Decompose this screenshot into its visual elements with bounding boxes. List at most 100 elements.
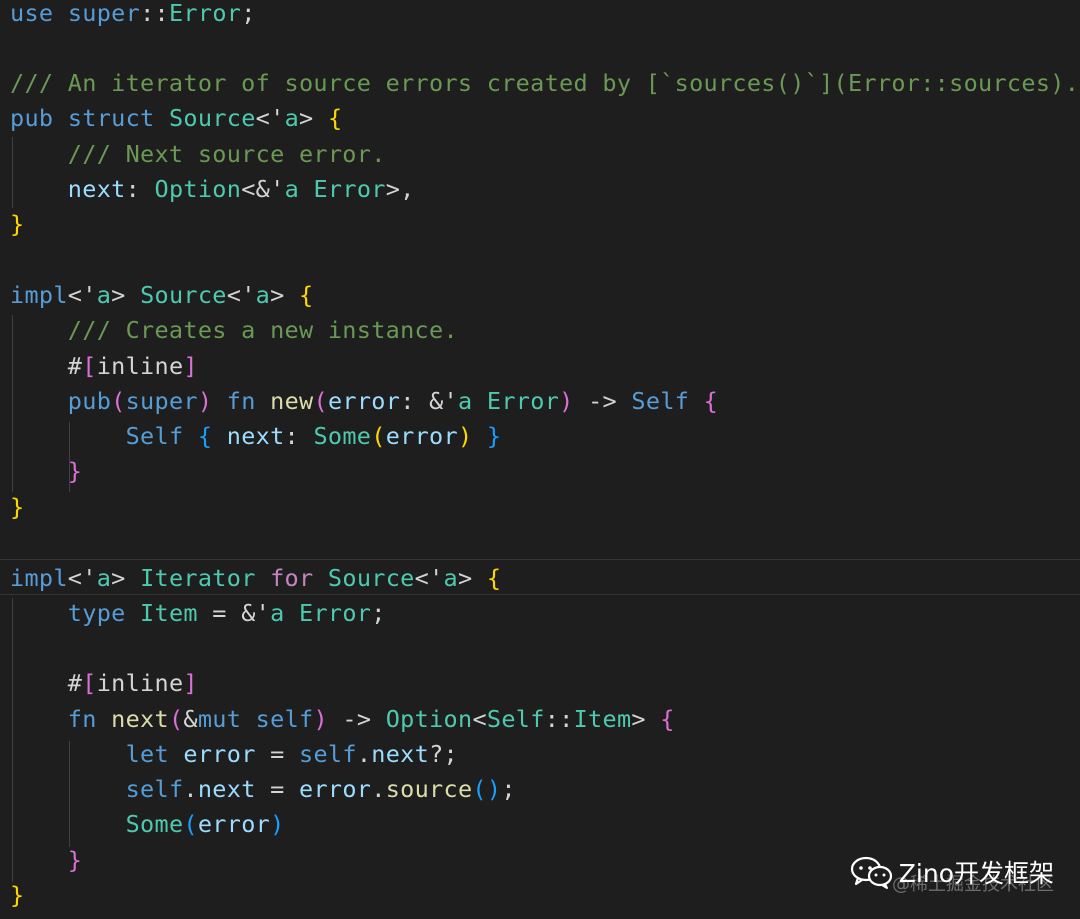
code-token: (: [111, 386, 126, 415]
code-token: let: [125, 739, 169, 768]
code-line-text: }: [10, 206, 24, 242]
code-token: &': [429, 386, 458, 415]
code-line[interactable]: Self { next: Some(error) }: [0, 418, 1080, 454]
code-line-text: }: [10, 489, 24, 525]
code-token: for: [270, 564, 314, 593]
code-token: [: [82, 669, 97, 698]
code-token: >: [111, 564, 126, 593]
code-token: ): [197, 386, 213, 415]
code-line[interactable]: let error = self.next?;: [0, 736, 1080, 772]
code-token: :: [125, 175, 155, 203]
code-line[interactable]: pub(super) fn new(error: &'a Error) -> S…: [0, 383, 1080, 419]
code-token: >: [299, 104, 314, 133]
code-line[interactable]: /// An iterator of source errors created…: [0, 65, 1080, 101]
code-token: Self: [125, 422, 184, 451]
code-token: ->: [342, 704, 372, 733]
code-token: new: [270, 386, 314, 415]
code-token: {: [703, 386, 719, 415]
code-token: ::: [140, 0, 169, 27]
code-token: (: [313, 386, 328, 415]
code-token: >: [457, 564, 473, 593]
code-line[interactable]: /// Creates a new instance.: [0, 312, 1080, 348]
code-line-text: fn next(&mut self) -> Option<Self::Item>…: [10, 701, 675, 737]
code-line[interactable]: self.next = error.source();: [0, 771, 1080, 807]
code-token: next: [67, 175, 126, 203]
code-token: a: [284, 175, 300, 203]
code-line[interactable]: next: Option<&'a Error>,: [0, 171, 1080, 207]
code-line[interactable]: type Item = &'a Error;: [0, 595, 1080, 631]
code-token: {: [660, 704, 675, 733]
code-line[interactable]: #[inline]: [0, 665, 1080, 701]
code-token: ?;: [429, 739, 458, 768]
code-token: >: [270, 280, 285, 309]
code-token: (: [183, 810, 198, 839]
code-token: .: [356, 739, 372, 768]
code-token: <: [472, 704, 487, 733]
code-line-text: Some(error): [10, 806, 285, 842]
code-editor[interactable]: use super::Error;/// An iterator of sour…: [0, 0, 1080, 919]
code-token: Error: [486, 386, 560, 415]
code-line[interactable]: pub struct Source<'a> {: [0, 100, 1080, 136]
code-line[interactable]: fn next(&mut self) -> Option<Self::Item>…: [0, 701, 1080, 737]
code-token: }: [10, 881, 25, 909]
code-line[interactable]: impl<'a> Source<'a> {: [0, 277, 1080, 313]
code-token: super: [67, 0, 141, 27]
code-line[interactable]: #[inline]: [0, 348, 1080, 384]
code-token: :: [284, 422, 299, 451]
code-token: Error: [168, 0, 242, 27]
code-token: }: [486, 422, 502, 451]
code-line[interactable]: [0, 524, 1080, 560]
code-line[interactable]: [0, 242, 1080, 278]
code-token: super: [125, 386, 198, 415]
code-token: <&': [241, 175, 285, 203]
code-line[interactable]: }: [0, 489, 1080, 525]
code-token: [: [82, 351, 97, 380]
code-line[interactable]: [0, 30, 1080, 66]
code-token: Some: [125, 810, 184, 839]
code-token: Option: [154, 175, 242, 203]
code-token: pub: [10, 104, 54, 133]
code-line[interactable]: Some(error): [0, 806, 1080, 842]
code-token: ]: [183, 351, 198, 380]
code-line[interactable]: use super::Error;: [0, 0, 1080, 31]
code-token: use: [10, 0, 54, 27]
code-token: ): [313, 704, 328, 733]
code-line-text: type Item = &'a Error;: [10, 595, 386, 631]
code-token: ): [486, 775, 502, 804]
code-token: #: [67, 669, 83, 698]
code-token: Error: [313, 175, 386, 203]
code-line[interactable]: }: [0, 206, 1080, 242]
code-token: Error: [299, 598, 372, 627]
code-line[interactable]: impl<'a> Iterator for Source<'a> {: [0, 559, 1080, 596]
code-token: Source: [168, 104, 256, 133]
code-token: {: [327, 104, 343, 133]
code-token: :: [400, 386, 415, 415]
code-token: .: [183, 775, 198, 804]
code-token: source: [385, 775, 473, 804]
code-line[interactable]: [0, 630, 1080, 666]
code-token: next: [371, 739, 430, 768]
indent-guide: [12, 137, 13, 208]
code-line-text: }: [10, 453, 82, 489]
wechat-icon: [850, 856, 892, 889]
code-token: &: [183, 704, 198, 733]
code-line[interactable]: /// Next source error.: [0, 136, 1080, 172]
code-line-text: }: [10, 842, 82, 878]
code-line[interactable]: }: [0, 453, 1080, 489]
code-token: pub: [67, 386, 112, 415]
code-token: <': [226, 280, 256, 309]
